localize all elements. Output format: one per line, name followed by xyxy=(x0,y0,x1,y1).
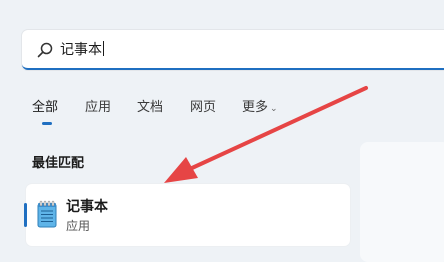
search-box[interactable]: 记事本 xyxy=(22,30,444,70)
tab-apps[interactable]: 应用 xyxy=(85,96,111,115)
active-tab-indicator xyxy=(42,122,52,125)
search-input[interactable]: 记事本 xyxy=(60,39,420,61)
tab-more-label: 更多 xyxy=(242,100,269,115)
search-icon xyxy=(37,42,53,58)
tab-all[interactable]: 全部 xyxy=(32,96,58,115)
result-app-type: 应用 xyxy=(66,219,91,233)
section-title-best-match: 最佳匹配 xyxy=(32,156,85,171)
tab-web[interactable]: 网页 xyxy=(190,96,216,115)
notepad-icon xyxy=(37,200,57,228)
chevron-down-icon: ⌄ xyxy=(270,104,278,114)
text-caret xyxy=(103,41,104,56)
preview-panel xyxy=(360,142,444,262)
result-app-name: 记事本 xyxy=(66,199,108,215)
selection-indicator xyxy=(24,203,27,227)
tab-more[interactable]: 更多 ⌄ xyxy=(242,96,278,115)
tab-documents[interactable]: 文档 xyxy=(137,96,163,115)
